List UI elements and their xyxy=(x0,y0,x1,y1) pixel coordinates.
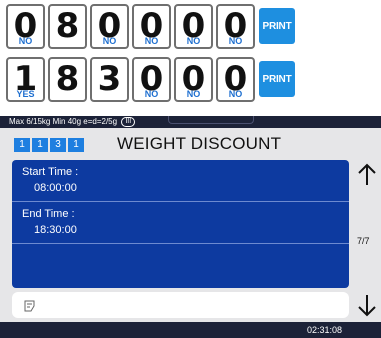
digit-sub-label: NO xyxy=(186,36,201,46)
digit-key[interactable]: 0 NO xyxy=(132,4,171,49)
bottom-bar: 02:31:08 xyxy=(0,322,381,338)
digit-sub-label: NO xyxy=(228,36,243,46)
clock: 02:31:08 xyxy=(307,325,343,335)
digit-value: 8 xyxy=(55,59,80,99)
digit-sub-label: YES xyxy=(16,89,35,99)
digit-key[interactable]: 3 xyxy=(90,57,129,102)
arrow-up-icon[interactable] xyxy=(355,162,379,188)
page-title: WEIGHT DISCOUNT xyxy=(117,134,282,153)
end-time-field[interactable]: End Time : 18:30:00 xyxy=(12,202,349,244)
scale-spec: Max 6/15kg Min 40g e=d=2/5g xyxy=(9,117,118,126)
scale-screen: Max 6/15kg Min 40g e=d=2/5g III 1 1 3 1 … xyxy=(0,116,381,338)
edit-note-icon xyxy=(24,299,36,312)
accuracy-class-badge: III xyxy=(121,117,136,127)
digit-sub-label: NO xyxy=(18,36,33,46)
print-button[interactable]: PRINT xyxy=(259,61,295,97)
digit-key[interactable]: 0 NO xyxy=(90,4,129,49)
digit-key[interactable]: 0 NO xyxy=(6,4,45,49)
menu-code: 1 1 3 1 xyxy=(14,138,86,152)
menu-code-digit: 3 xyxy=(50,138,66,152)
digit-value: 3 xyxy=(97,59,122,99)
menu-code-digit: 1 xyxy=(14,138,30,152)
key-row-1: 0 NO 8 0 NO 0 NO 0 NO 0 NO PRINT xyxy=(6,4,295,49)
field-label: End Time : xyxy=(22,208,75,220)
digit-key[interactable]: 0 NO xyxy=(174,57,213,102)
digit-key[interactable]: 8 xyxy=(48,4,87,49)
digit-key[interactable]: 0 NO xyxy=(132,57,171,102)
start-time-field[interactable]: Start Time : 08:00:00 xyxy=(12,160,349,202)
digit-key[interactable]: 0 NO xyxy=(216,57,255,102)
digit-key[interactable]: 8 xyxy=(48,57,87,102)
digit-key[interactable]: 0 NO xyxy=(174,4,213,49)
screen-header: 1 1 3 1 WEIGHT DISCOUNT xyxy=(0,128,381,160)
input-field[interactable] xyxy=(12,292,349,318)
digit-key[interactable]: 1 YES xyxy=(6,57,45,102)
digit-sub-label: NO xyxy=(144,36,159,46)
status-notch xyxy=(168,116,254,124)
settings-panel: Start Time : 08:00:00 End Time : 18:30:0… xyxy=(12,160,349,288)
menu-code-digit: 1 xyxy=(32,138,48,152)
field-value: 18:30:00 xyxy=(34,224,77,236)
status-bar: Max 6/15kg Min 40g e=d=2/5g III xyxy=(0,116,381,128)
digit-sub-label: NO xyxy=(186,89,201,99)
digit-value: 8 xyxy=(55,6,80,46)
field-value: 08:00:00 xyxy=(34,182,77,194)
menu-code-digit: 1 xyxy=(68,138,84,152)
page-indicator: 7/7 xyxy=(357,236,370,246)
key-row-2: 1 YES 8 3 0 NO 0 NO 0 NO PRINT xyxy=(6,57,295,102)
arrow-down-icon[interactable] xyxy=(355,292,379,318)
digit-sub-label: NO xyxy=(228,89,243,99)
field-label: Start Time : xyxy=(22,166,79,178)
digit-key[interactable]: 0 NO xyxy=(216,4,255,49)
print-button[interactable]: PRINT xyxy=(259,8,295,44)
digit-sub-label: NO xyxy=(144,89,159,99)
digit-sub-label: NO xyxy=(102,36,117,46)
